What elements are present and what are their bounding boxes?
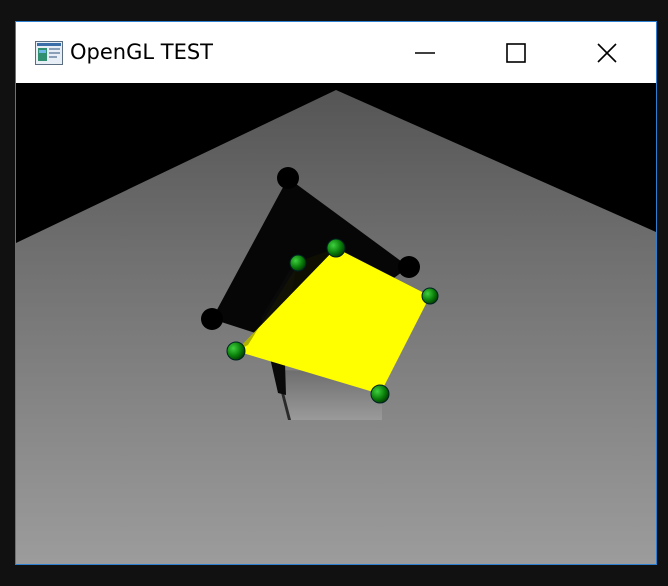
control-point[interactable] (326, 238, 346, 258)
opengl-viewport[interactable] (16, 83, 656, 564)
app-window-icon (35, 41, 63, 65)
close-button[interactable] (562, 22, 652, 83)
title-bar[interactable]: OpenGL TEST (16, 22, 656, 83)
shadow-point (277, 167, 299, 189)
close-icon (597, 42, 617, 63)
minimize-icon (415, 51, 435, 54)
shadow-point (398, 256, 420, 278)
window-title: OpenGL TEST (70, 40, 213, 64)
shadow-point (201, 308, 223, 330)
maximize-icon (506, 42, 526, 63)
app-window: OpenGL TEST (15, 21, 657, 565)
minimize-button[interactable] (380, 22, 470, 83)
maximize-button[interactable] (471, 22, 561, 83)
control-point[interactable] (289, 254, 307, 272)
control-point[interactable] (226, 341, 246, 361)
control-point[interactable] (421, 287, 439, 305)
control-point[interactable] (370, 384, 390, 404)
scene-render (16, 83, 656, 564)
